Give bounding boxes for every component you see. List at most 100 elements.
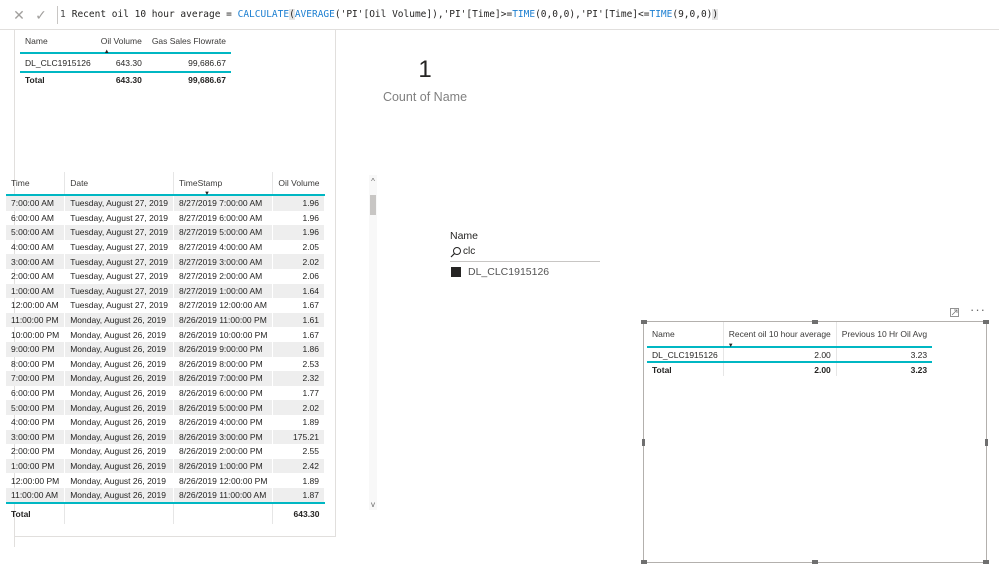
table-row[interactable]: 3:00:00 PM Monday, August 26, 2019 8/26/20…	[6, 429, 326, 445]
column-header-oil-volume[interactable]: Oil Volume	[272, 172, 325, 196]
check-icon[interactable]: ✓	[32, 6, 50, 24]
table-row[interactable]: 3:00:00 AM Tuesday, August 27, 2019 8/27/2…	[6, 254, 326, 269]
cell-timestamp: 8/27/2019 2:00:00 AM	[173, 268, 274, 284]
checkbox-checked[interactable]	[451, 267, 461, 277]
total-label: Total	[20, 71, 96, 87]
cell-timestamp: 8/26/2019 4:00:00 PM	[173, 414, 274, 430]
cell-date: Monday, August 26, 2019	[64, 371, 175, 386]
total-recent-oil-10-hour-average: 2.00	[723, 361, 837, 376]
count-card[interactable]: 1 Count of Name	[370, 52, 480, 112]
table-row[interactable]: 12:00:00 PM Monday, August 26, 2019 8/26/2…	[6, 473, 326, 488]
cell-timestamp: 8/26/2019 1:00:00 PM	[173, 458, 274, 474]
summary-table[interactable]: Name Oil Volume ▲ Gas Sales Flowrate DL_C…	[20, 30, 231, 87]
cell-recent-oil-10-hour-average: 2.00	[723, 347, 837, 362]
cell-time: 7:00:00 AM	[6, 195, 66, 211]
slicer-item[interactable]: DL_CLC1915126	[450, 265, 600, 281]
table-row[interactable]: DL_CLC1915126 2.00 3.23	[647, 347, 932, 362]
cell-time: 6:00:00 PM	[6, 385, 66, 401]
cell-date: Monday, August 26, 2019	[64, 341, 175, 357]
more-options-icon[interactable]: ···	[970, 303, 986, 317]
visual-header: ···	[947, 303, 987, 320]
table-row[interactable]: 4:00:00 AM Tuesday, August 27, 2019 8/27/2…	[6, 239, 326, 255]
sort-descending-icon: ▼	[204, 191, 210, 197]
table-row[interactable]: 12:00:00 AM Tuesday, August 27, 2019 8/27/…	[6, 298, 326, 313]
table-row[interactable]: 4:00:00 PM Monday, August 26, 2019 8/26/20…	[6, 414, 326, 430]
cell-timestamp: 8/26/2019 11:00:00 PM	[173, 312, 274, 328]
close-icon[interactable]: ✕	[10, 6, 28, 24]
cell-timestamp: 8/26/2019 6:00:00 PM	[173, 385, 274, 401]
table-row[interactable]: 5:00:00 AM Tuesday, August 27, 2019 8/27/2…	[6, 225, 326, 240]
total-oil-volume: 643.30	[95, 71, 147, 87]
cell-timestamp: 8/26/2019 12:00:00 PM	[173, 473, 274, 488]
cell-oil-volume: 2.53	[272, 356, 326, 372]
total-timestamp	[173, 502, 274, 525]
table-row[interactable]: 10:00:00 PM Monday, August 26, 2019 8/26/2…	[6, 327, 326, 342]
search-value: clc	[463, 246, 476, 257]
total-row: Total 2.00 3.23	[647, 361, 933, 376]
resize-handle[interactable]	[983, 320, 989, 324]
cell-timestamp: 8/27/2019 1:00:00 AM	[173, 283, 274, 299]
table-row[interactable]: 8:00:00 PM Monday, August 26, 2019 8/26/20…	[6, 356, 326, 372]
column-header-recent-oil-10-hour-average[interactable]: Recent oil 10 hour average ▼	[723, 322, 837, 349]
resize-handle[interactable]	[642, 439, 645, 446]
cell-time: 2:00:00 AM	[6, 268, 66, 284]
cell-date: Tuesday, August 27, 2019	[64, 225, 175, 240]
total-oil-volume: 643.30	[272, 502, 325, 525]
resize-handle[interactable]	[812, 320, 818, 324]
cell-timestamp: 8/26/2019 3:00:00 PM	[173, 429, 274, 445]
cell-oil-volume: 1.64	[272, 283, 326, 299]
resize-handle[interactable]	[641, 560, 647, 564]
resize-handle[interactable]	[812, 560, 818, 564]
total-row: Total 643.30 99,686.67	[20, 71, 231, 87]
column-header-time[interactable]: Time	[6, 172, 66, 196]
column-header-name[interactable]: Name	[20, 30, 96, 54]
table-row[interactable]: 5:00:00 PM Monday, August 26, 2019 8/26/20…	[6, 400, 326, 415]
table-row[interactable]: 2:00:00 AM Tuesday, August 27, 2019 8/27/2…	[6, 268, 326, 284]
cell-time: 3:00:00 AM	[6, 254, 66, 269]
table-row[interactable]: 6:00:00 AM Tuesday, August 27, 2019 8/27/2…	[6, 210, 326, 226]
table-row[interactable]: 2:00:00 PM Monday, August 26, 2019 8/26/20…	[6, 444, 326, 459]
table-row[interactable]: 11:00:00 PM Monday, August 26, 2019 8/26/2…	[6, 312, 326, 328]
table-row[interactable]: 9:00:00 PM Monday, August 26, 2019 8/26/20…	[6, 341, 326, 357]
total-label: Total	[6, 502, 66, 525]
search-icon	[450, 247, 461, 258]
column-header-name[interactable]: Name	[647, 322, 724, 348]
formula-editor[interactable]: 1 Recent oil 10 hour average = CALCULATE (…	[57, 6, 999, 24]
cell-time: 1:00:00 AM	[6, 283, 66, 299]
chevron-down-icon[interactable]: v	[369, 500, 377, 510]
resize-handle[interactable]	[641, 320, 647, 324]
oil-volume-table[interactable]: Time Date TimeStamp ▼ Oil Volume 7:00:00 …	[0, 172, 335, 537]
cell-oil-volume: 175.21	[272, 429, 326, 445]
table-row[interactable]: 6:00:00 PM Monday, August 26, 2019 8/26/20…	[6, 385, 326, 401]
column-header-date[interactable]: Date	[64, 172, 175, 196]
vertical-scrollbar[interactable]: ^ v	[369, 175, 377, 510]
cell-date: Monday, August 26, 2019	[64, 312, 175, 328]
column-header-timestamp[interactable]: TimeStamp ▼	[173, 172, 274, 197]
resize-handle[interactable]	[983, 560, 989, 564]
resize-handle[interactable]	[985, 439, 988, 446]
table-row[interactable]: 7:00:00 PM Monday, August 26, 2019 8/26/20…	[6, 371, 326, 386]
table-row[interactable]: 11:00:00 AM Monday, August 26, 2019 8/26/2…	[6, 487, 326, 504]
table-row[interactable]: 1:00:00 PM Monday, August 26, 2019 8/26/20…	[6, 458, 326, 474]
formula-args: (9,0,0)	[672, 9, 713, 20]
column-header-gas-sales-flowrate[interactable]: Gas Sales Flowrate	[146, 30, 231, 54]
cell-time: 12:00:00 PM	[6, 473, 66, 488]
focus-mode-icon[interactable]	[950, 308, 959, 317]
name-slicer[interactable]: Name clc DL_CLC1915126	[450, 230, 600, 280]
slicer-search-input[interactable]: clc	[450, 245, 600, 262]
cell-oil-volume: 1.67	[272, 327, 326, 342]
table-row[interactable]: DL_CLC1915126 643.30 99,686.67	[20, 53, 231, 72]
cell-oil-volume: 2.05	[272, 239, 326, 255]
cell-date: Monday, August 26, 2019	[64, 400, 175, 415]
cell-oil-volume: 2.32	[272, 371, 326, 386]
column-header-oil-volume[interactable]: Oil Volume ▲	[95, 30, 147, 55]
cell-oil-volume: 2.06	[272, 268, 326, 284]
cell-timestamp: 8/26/2019 10:00:00 PM	[173, 327, 274, 342]
chevron-up-icon[interactable]: ^	[369, 177, 377, 187]
scroll-thumb[interactable]	[370, 195, 376, 215]
column-header-previous-10-hr-oil-avg[interactable]: Previous 10 Hr Oil Avg	[836, 322, 933, 348]
cell-timestamp: 8/27/2019 6:00:00 AM	[173, 210, 274, 226]
recent-oil-table[interactable]: Name Recent oil 10 hour average ▼ Previou…	[641, 320, 989, 564]
table-row[interactable]: 7:00:00 AM Tuesday, August 27, 2019 8/27/2…	[6, 195, 326, 211]
table-row[interactable]: 1:00:00 AM Tuesday, August 27, 2019 8/27/2…	[6, 283, 326, 299]
